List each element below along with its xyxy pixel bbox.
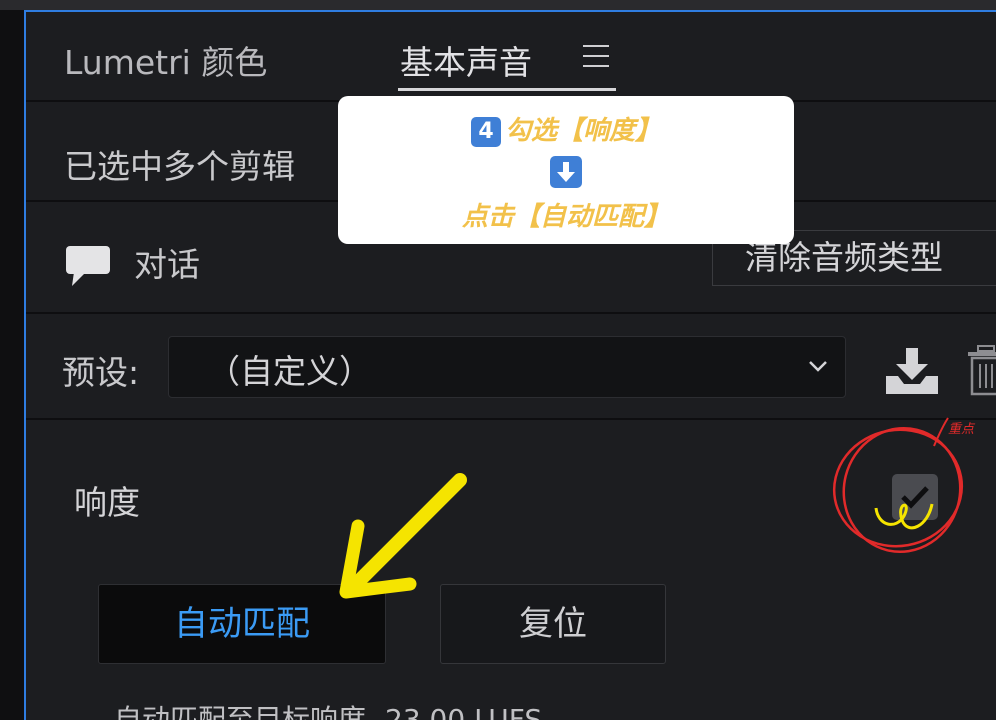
preset-label: 预设: (62, 353, 140, 392)
panel-menu-icon[interactable] (583, 45, 609, 67)
save-preset-icon[interactable] (884, 346, 940, 396)
tab-lumetri-color[interactable]: Lumetri 颜色 (64, 36, 267, 84)
speech-bubble-icon (66, 246, 110, 286)
callout-action-text: 点击【自动匹配】 (461, 202, 670, 232)
callout-step-line: 4 勾选【响度】 (338, 110, 794, 147)
emphasis-note: 重点 (948, 422, 975, 437)
window-top-bar (0, 0, 996, 10)
divider (26, 418, 996, 420)
tutorial-callout: 4 勾选【响度】 点击【自动匹配】 (338, 96, 794, 244)
callout-step-text: 勾选【响度】 (504, 116, 661, 146)
left-gutter (0, 10, 24, 720)
reset-button[interactable]: 复位 (440, 584, 666, 664)
divider (26, 312, 996, 314)
checkmark-icon (901, 486, 929, 509)
target-loudness-text: 自动匹配至目标响度 -23.00 LUFS (114, 703, 543, 720)
preset-dropdown[interactable]: （自定义） (168, 336, 846, 398)
tab-essential-sound[interactable]: 基本声音 (400, 36, 532, 84)
preset-value: （自定义） (207, 352, 372, 391)
audio-type-label: 对话 (134, 245, 200, 284)
down-arrow-icon (550, 156, 582, 188)
chevron-down-icon (809, 361, 827, 372)
delete-preset-icon[interactable] (966, 344, 996, 396)
active-tab-indicator (398, 88, 616, 91)
auto-match-button[interactable]: 自动匹配 (98, 584, 386, 664)
step-number-badge: 4 (470, 116, 501, 147)
loudness-checkbox[interactable] (892, 474, 938, 520)
loudness-label: 响度 (74, 483, 140, 522)
selection-label: 已选中多个剪辑 (64, 147, 295, 186)
